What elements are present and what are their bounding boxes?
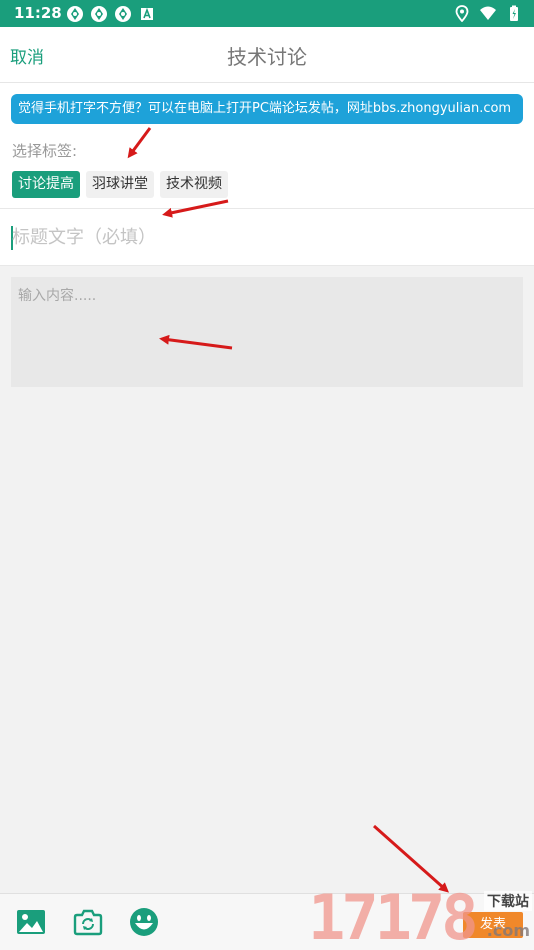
publish-button[interactable]: 发表 (463, 912, 523, 938)
page-title: 技术讨论 (227, 45, 307, 69)
battery-icon (510, 5, 518, 21)
notification-a-icon (141, 7, 153, 20)
wifi-icon (480, 6, 496, 20)
pc-posting-notice: 觉得手机打字不方便？可以在电脑上打开PC端论坛发帖，网址bbs.zhongyul… (11, 94, 523, 124)
bottom-toolbar (0, 893, 534, 950)
tag-discussion[interactable]: 讨论提高 (12, 171, 80, 198)
camera-icon[interactable] (72, 906, 104, 938)
tag-technique-video[interactable]: 技术视频 (160, 171, 228, 198)
emoji-icon[interactable] (128, 906, 160, 938)
status-bar: 11:28 (0, 0, 534, 27)
divider (0, 265, 534, 266)
content-input[interactable] (11, 277, 523, 387)
title-input-wrap (0, 209, 534, 265)
title-input[interactable] (12, 221, 512, 253)
tag-badminton-lecture[interactable]: 羽球讲堂 (86, 171, 154, 198)
app-icon (115, 6, 131, 22)
app-icon (91, 6, 107, 22)
status-time: 11:28 (14, 4, 62, 22)
location-icon (455, 5, 469, 22)
app-icon (67, 6, 83, 22)
status-system-icons (454, 5, 522, 22)
image-icon[interactable] (15, 906, 47, 938)
tag-select-label: 选择标签: (12, 142, 78, 160)
post-form: 觉得手机打字不方便？可以在电脑上打开PC端论坛发帖，网址bbs.zhongyul… (0, 83, 534, 266)
annotation-arrow (373, 824, 449, 893)
tag-list: 讨论提高 羽球讲堂 技术视频 (12, 171, 228, 198)
status-notification-icons (66, 5, 156, 23)
header: 取消 技术讨论 (0, 27, 534, 83)
